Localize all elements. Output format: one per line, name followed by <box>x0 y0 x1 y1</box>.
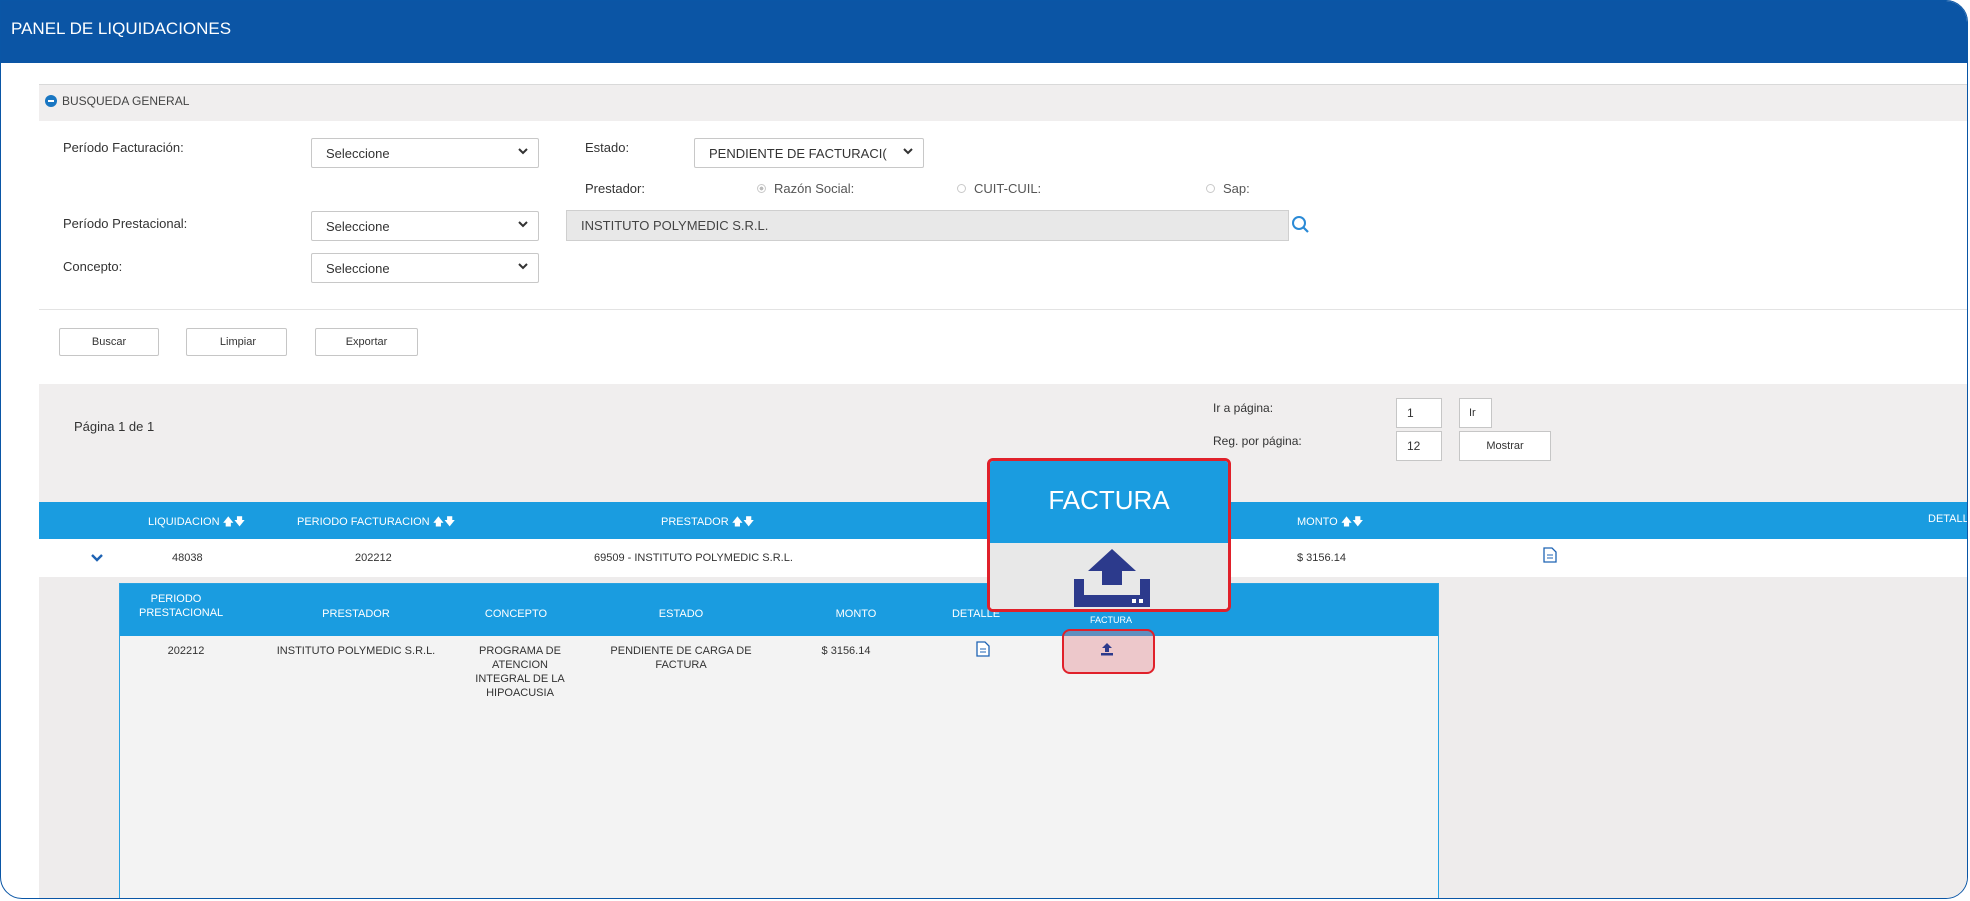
page-indicator: Página 1 de 1 <box>74 419 155 434</box>
detail-cell-monto: $ 3156.14 <box>821 645 871 657</box>
periodo-prestacional-value: Seleccione <box>326 218 390 234</box>
divider <box>39 309 1967 310</box>
detail-col-concepto: CONCEPTO <box>484 608 548 620</box>
upload-icon[interactable] <box>1099 641 1115 657</box>
estado-value: PENDIENTE DE FACTURACI( <box>709 145 887 161</box>
concepto-label: Concepto: <box>63 259 123 274</box>
chevron-down-icon <box>903 148 913 155</box>
col-liquidacion[interactable]: LIQUIDACION 🡅🡇 <box>148 513 245 532</box>
detail-cell-concepto: PROGRAMA DE ATENCION INTEGRAL DE LA HIPO… <box>475 645 565 699</box>
concepto-select[interactable]: Seleccione <box>311 253 539 283</box>
cell-periodo-facturacion: 202212 <box>355 552 392 564</box>
radio-dot <box>1206 184 1215 193</box>
radio-dot <box>757 184 766 193</box>
cell-liquidacion: 48038 <box>172 552 203 564</box>
col-prestador[interactable]: PRESTADOR 🡅🡇 <box>661 513 754 532</box>
radio-dot <box>957 184 966 193</box>
document-icon[interactable] <box>976 641 990 657</box>
document-icon[interactable] <box>1543 547 1557 563</box>
show-button[interactable]: Mostrar <box>1459 431 1551 461</box>
detail-col-estado: ESTADO <box>658 608 704 620</box>
radio-razon-social[interactable]: Razón Social: <box>757 181 854 196</box>
app-frame: PANEL DE LIQUIDACIONES BUSQUEDA GENERAL … <box>0 0 1968 899</box>
cell-monto: $ 3156.14 <box>1297 552 1346 564</box>
radio-sap[interactable]: Sap: <box>1206 181 1250 196</box>
buscar-button[interactable]: Buscar <box>59 328 159 356</box>
chevron-down-icon <box>518 263 528 270</box>
prestador-label: Prestador: <box>585 181 645 196</box>
callout-body <box>990 543 1228 609</box>
search-icon[interactable] <box>1291 215 1311 235</box>
chevron-down-icon[interactable] <box>91 553 103 563</box>
exportar-button[interactable]: Exportar <box>315 328 418 356</box>
col-detalle: DETALLE <box>1928 513 1967 525</box>
periodo-facturacion-select[interactable]: Seleccione <box>311 138 539 168</box>
detail-col-periodo: PERIODO PRESTACIONAL <box>139 593 224 619</box>
factura-callout: FACTURA <box>987 458 1231 612</box>
limpiar-button[interactable]: Limpiar <box>186 328 287 356</box>
col-periodo-facturacion[interactable]: PERIODO FACTURACION 🡅🡇 <box>297 513 455 532</box>
detail-cell-estado: PENDIENTE DE CARGA DE FACTURA <box>610 645 752 671</box>
periodo-facturacion-value: Seleccione <box>326 145 390 161</box>
upload-icon <box>1074 549 1150 607</box>
per-page-input[interactable]: 12 <box>1396 431 1442 461</box>
col-monto[interactable]: MONTO 🡅🡇 <box>1297 513 1363 532</box>
periodo-prestacional-select[interactable]: Seleccione <box>311 211 539 241</box>
radio-cuit-cuil-label: CUIT-CUIL: <box>974 181 1042 196</box>
goto-page-label: Ir a página: <box>1213 401 1274 415</box>
goto-page-input[interactable]: 1 <box>1396 398 1442 428</box>
search-section-title: BUSQUEDA GENERAL <box>62 94 190 108</box>
per-page-label: Reg. por página: <box>1213 434 1302 448</box>
detail-cell-prestador: INSTITUTO POLYMEDIC S.R.L. <box>276 645 436 657</box>
detail-table-row <box>120 636 1438 898</box>
concepto-value: Seleccione <box>326 260 390 276</box>
radio-sap-label: Sap: <box>1223 181 1250 196</box>
prestador-input[interactable]: INSTITUTO POLYMEDIC S.R.L. <box>566 210 1289 241</box>
chevron-down-icon <box>518 148 528 155</box>
radio-razon-social-label: Razón Social: <box>774 181 855 196</box>
chevron-down-icon <box>518 221 528 228</box>
estado-label: Estado: <box>585 140 630 155</box>
page-title: PANEL DE LIQUIDACIONES <box>11 19 232 38</box>
search-section-header[interactable] <box>39 84 1967 121</box>
periodo-facturacion-label: Período Facturación: <box>63 140 184 155</box>
detail-col-factura: FACTURA <box>1089 615 1132 625</box>
detail-col-monto: MONTO <box>835 608 877 620</box>
search-section-toggle[interactable]: BUSQUEDA GENERAL <box>45 94 189 108</box>
radio-cuit-cuil[interactable]: CUIT-CUIL: <box>957 181 1041 196</box>
minus-circle-icon <box>45 95 57 107</box>
estado-select[interactable]: PENDIENTE DE FACTURACI( <box>694 138 924 168</box>
goto-page-button[interactable]: Ir <box>1459 398 1492 428</box>
periodo-prestacional-label: Período Prestacional: <box>63 216 188 231</box>
cell-prestador: 69509 - INSTITUTO POLYMEDIC S.R.L. <box>594 552 793 564</box>
detail-cell-periodo: 202212 <box>167 645 205 657</box>
detail-col-prestador: PRESTADOR <box>322 608 390 620</box>
callout-title: FACTURA <box>990 461 1228 543</box>
title-bar <box>1 1 1967 63</box>
